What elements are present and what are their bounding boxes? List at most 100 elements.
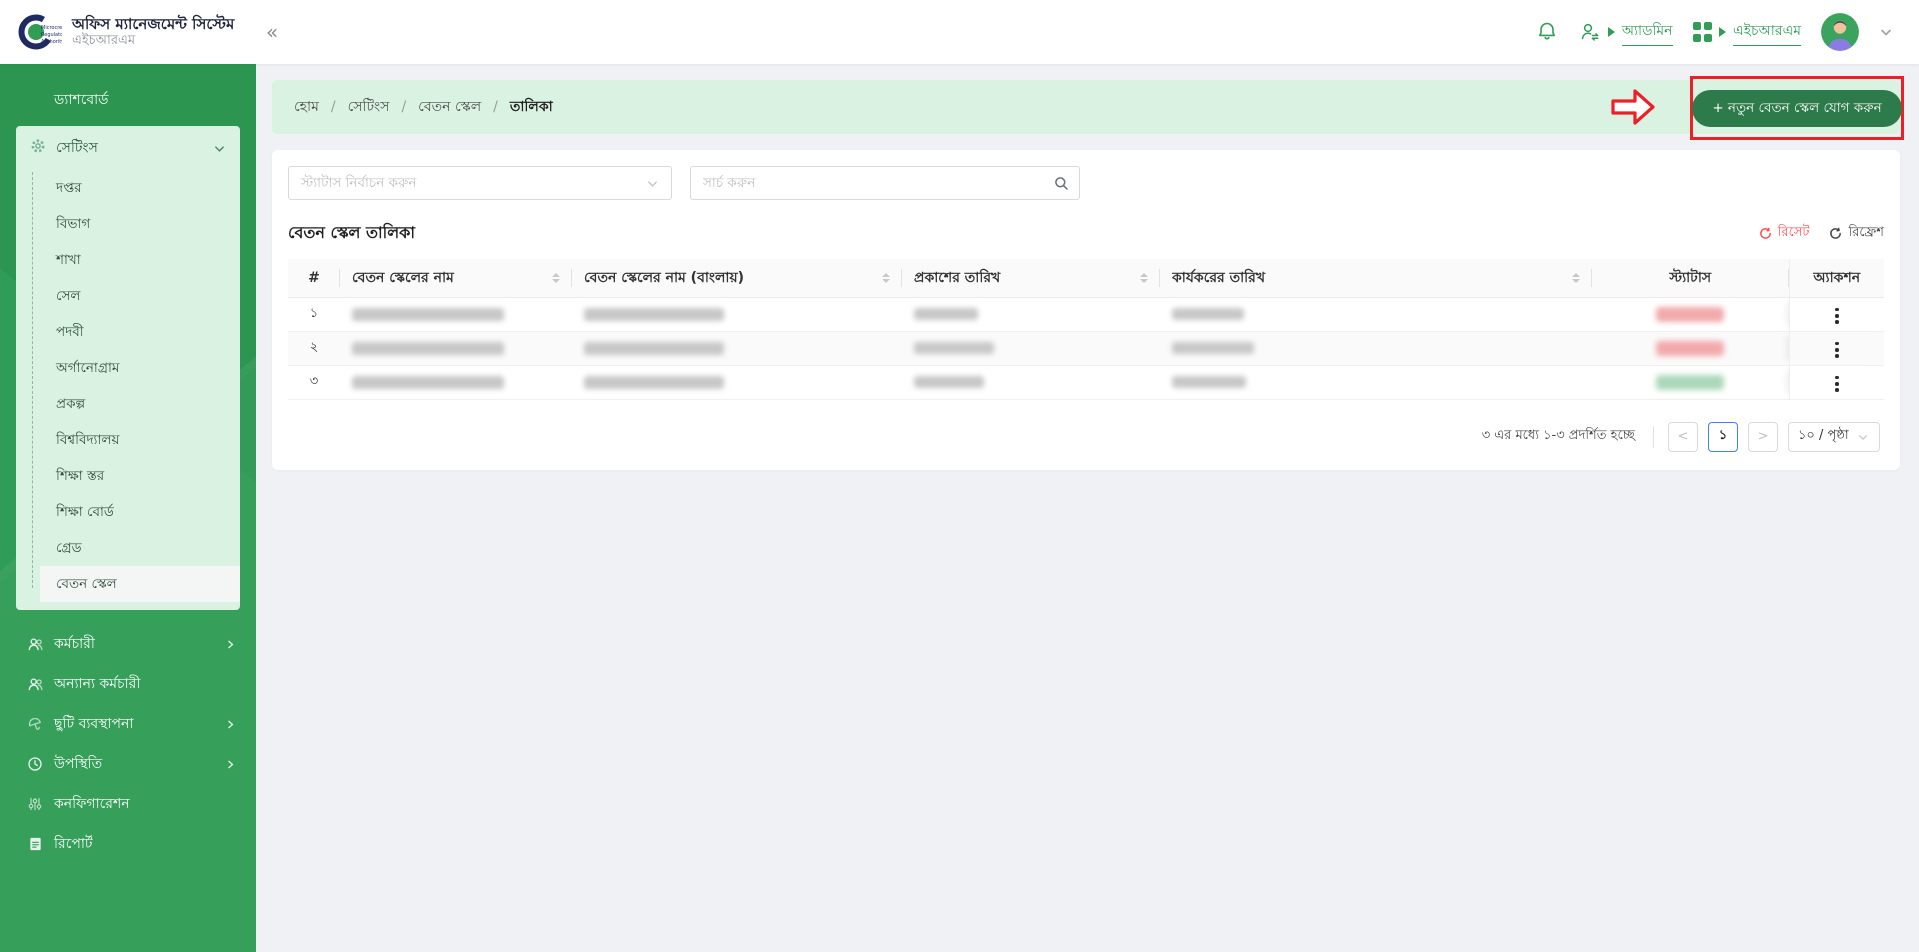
row-serial: ২ (288, 331, 340, 365)
page-size-select[interactable]: ১০ / পৃষ্ঠা (1788, 422, 1880, 452)
row-actions-kebab-icon[interactable] (1829, 372, 1845, 396)
admin-switch: অ্যাডমিন (1579, 19, 1673, 46)
row-actions-kebab-icon[interactable] (1829, 304, 1845, 328)
col-name-bn[interactable]: বেতন স্কেলের নাম (বাংলায়) (572, 259, 902, 297)
sidebar-item-label: সেটিংস (56, 136, 203, 160)
breadcrumb-settings[interactable]: সেটিংস (348, 95, 390, 119)
pay-scale-table: # বেতন স্কেলের নাম বেতন স্কেলের নাম (বাং… (288, 259, 1884, 400)
sidebar-subitem-cell[interactable]: সেল (16, 278, 240, 314)
sidebar-subitem-university[interactable]: বিশ্ববিদ্যালয় (16, 422, 240, 458)
table-title: বেতন স্কেল তালিকা (288, 220, 415, 247)
profile-chevron-down-icon[interactable] (1879, 25, 1893, 39)
breadcrumb-pay-scale[interactable]: বেতন স্কেল (418, 95, 481, 119)
col-name[interactable]: বেতন স্কেলের নাম (340, 259, 572, 297)
apps-grid-icon[interactable] (1693, 22, 1713, 42)
app-title: অফিস ম্যানেজমেন্ট সিস্টেম (72, 15, 234, 34)
status-badge (1656, 375, 1724, 390)
sidebar-item-configuration[interactable]: কনফিগারেশন (0, 784, 256, 824)
table-actions: রিসেট রিফ্রেশ (1759, 223, 1884, 244)
search-field (690, 166, 1080, 200)
sort-icon[interactable] (1140, 273, 1148, 283)
pagination-prev-button[interactable]: < (1668, 422, 1698, 452)
filter-row: স্ট্যাটাস নির্বাচন করুন (288, 166, 1884, 200)
sidebar-item-label: রিপোর্ট (54, 832, 236, 856)
table-row: ১ (288, 297, 1884, 331)
workspace-link[interactable]: এইচআরএম (1733, 19, 1801, 46)
table-row: ৩ (288, 365, 1884, 399)
sidebar-subitem-shakha[interactable]: শাখা (16, 242, 240, 278)
sidebar-subitem-organogram[interactable]: অর্গানোগ্রাম (16, 350, 240, 386)
sidebar-subitem-grade[interactable]: গ্রেড (16, 530, 240, 566)
sidebar-subitem-prokolpo[interactable]: প্রকল্প (16, 386, 240, 422)
add-pay-scale-button[interactable]: + নতুন বেতন স্কেল যোগ করুন (1692, 90, 1901, 127)
sidebar-item-attendance[interactable]: উপস্থিতি (0, 744, 256, 784)
workspace-switch: এইচআরএম (1693, 19, 1801, 46)
col-effective-date[interactable]: কার্যকরের তারিখ (1160, 259, 1592, 297)
row-serial: ৩ (288, 365, 340, 399)
pagination-next-button[interactable]: > (1748, 422, 1778, 452)
sidebar-item-report[interactable]: রিপোর্ট (0, 824, 256, 864)
refresh-label: রিফ্রেশ (1848, 223, 1884, 244)
subitem-label: দপ্তর (56, 177, 82, 200)
admin-link[interactable]: অ্যাডমিন (1622, 19, 1673, 46)
sidebar-item-settings[interactable]: সেটিংস (16, 126, 240, 170)
sidebar-subitem-daptar[interactable]: দপ্তর (16, 170, 240, 206)
main-content: হোম / সেটিংস / বেতন স্কেল / তালিকা + নতু… (256, 64, 1919, 952)
sidebar-nav: ড্যাশবোর্ড সেটিংস দপ্তর (0, 64, 256, 952)
pagination: ৩ এর মধ্যে ১-৩ প্রদর্শিত হচ্ছে < ১ > ১০ … (288, 422, 1880, 452)
subitem-label: বিশ্ববিদ্যালয় (56, 429, 119, 452)
search-input[interactable] (703, 175, 1054, 191)
app-window: Microcredit Regulatory Authority অফিস ম্… (0, 0, 1919, 952)
breadcrumb-home[interactable]: হোম (294, 95, 319, 119)
search-icon[interactable] (1054, 176, 1069, 191)
switch-user-icon[interactable] (1579, 21, 1601, 43)
status-select-placeholder: স্ট্যাটাস নির্বাচন করুন (301, 172, 646, 195)
sidebar-item-employees[interactable]: কর্মচারী (0, 624, 256, 664)
brand: Microcredit Regulatory Authority অফিস ম্… (0, 9, 256, 55)
col-publish-date[interactable]: প্রকাশের তারিখ (902, 259, 1160, 297)
subitem-label: প্রকল্প (56, 393, 85, 416)
redacted-name-bn (584, 342, 724, 355)
notification-bell-icon[interactable] (1535, 20, 1559, 44)
pagination-page-1[interactable]: ১ (1708, 422, 1738, 452)
chevron-right-icon (225, 719, 236, 730)
row-serial: ১ (288, 297, 340, 331)
redacted-name (352, 308, 504, 321)
sidebar-subitem-pay-scale-active[interactable]: বেতন স্কেল (40, 566, 240, 602)
reset-link[interactable]: রিসেট (1759, 223, 1810, 244)
sidebar-item-other-employees[interactable]: অন্যান্য কর্মচারী (0, 664, 256, 704)
sidebar-item-dashboard[interactable]: ড্যাশবোর্ড (0, 80, 256, 120)
select-chevron-down-icon (646, 177, 659, 190)
sidebar-item-label: কনফিগারেশন (54, 792, 236, 816)
status-filter-select[interactable]: স্ট্যাটাস নির্বাচন করুন (288, 166, 672, 200)
sort-icon[interactable] (882, 273, 890, 283)
table-title-row: বেতন স্কেল তালিকা রিসেট রিফ্রেশ (288, 220, 1884, 247)
chevron-right-icon (225, 639, 236, 650)
sort-icon[interactable] (1572, 273, 1580, 283)
reset-label: রিসেট (1778, 223, 1810, 244)
pagination-summary: ৩ এর মধ্যে ১-৩ প্রদর্শিত হচ্ছে (1482, 426, 1635, 447)
subitem-label: শাখা (56, 249, 81, 272)
brand-text: অফিস ম্যানেজমেন্ট সিস্টেম এইচআরএম (72, 15, 234, 50)
subitem-label: গ্রেড (56, 537, 82, 560)
chevron-right-icon (225, 759, 236, 770)
settings-submenu: দপ্তর বিভাগ শাখা সেল পদবী অর্গানোগ্রাম প… (16, 170, 240, 602)
subitem-label: বিভাগ (56, 213, 90, 236)
sidebar-subitem-education-board[interactable]: শিক্ষা বোর্ড (16, 494, 240, 530)
sort-icon[interactable] (552, 273, 560, 283)
report-document-icon (26, 836, 44, 852)
sliders-icon (26, 796, 44, 812)
sidebar-subitem-education-level[interactable]: শিক্ষা স্তর (16, 458, 240, 494)
sidebar-subitem-bibhag[interactable]: বিভাগ (16, 206, 240, 242)
row-actions-kebab-icon[interactable] (1829, 338, 1845, 362)
subitem-label: পদবী (56, 321, 84, 344)
app-subtitle: এইচআরএম (72, 33, 234, 49)
sidebar-collapse-button[interactable]: « (266, 20, 278, 44)
sidebar-item-leave-management[interactable]: ছুটি ব্যবস্থাপনা (0, 704, 256, 744)
select-chevron-down-icon (1857, 431, 1869, 443)
refresh-link[interactable]: রিফ্রেশ (1829, 223, 1884, 244)
logo-text-line3: Authority (41, 39, 62, 45)
col-label: প্রকাশের তারিখ (914, 266, 1132, 290)
sidebar-subitem-padabi[interactable]: পদবী (16, 314, 240, 350)
user-avatar[interactable] (1821, 13, 1859, 51)
